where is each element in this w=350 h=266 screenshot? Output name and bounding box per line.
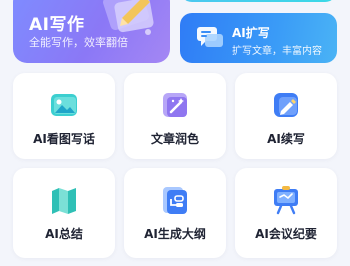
ai-write-title: AI写作: [29, 15, 85, 35]
map-summary-icon: [52, 188, 76, 214]
tool-ai-continue[interactable]: AI续写: [235, 73, 337, 159]
tool-label: AI看图写话: [33, 132, 95, 146]
ai-expand-title: AI扩写: [232, 26, 270, 40]
tool-ai-meeting-minutes[interactable]: AI会议纪要: [235, 168, 337, 258]
tool-ai-picture-writing[interactable]: AI看图写话: [13, 73, 115, 159]
tool-label: AI续写: [267, 132, 305, 146]
tool-label: AI总结: [45, 227, 83, 241]
ai-tools-page: AI写作 全能写作，效率翻倍 AI扩写 扩写文章，丰富内容 AI看图写话 文章润…: [0, 0, 350, 266]
ai-write-subtitle: 全能写作，效率翻倍: [29, 36, 128, 49]
meeting-board-icon: [274, 186, 298, 215]
tool-ai-outline[interactable]: AI生成大纲: [124, 168, 226, 258]
outline-icon: [163, 187, 187, 214]
pen-continue-icon: [274, 93, 298, 117]
top-right-card-edge[interactable]: [180, 0, 337, 2]
tool-label: 文章润色: [150, 132, 199, 146]
tool-label: AI会议纪要: [255, 227, 317, 241]
ai-write-card[interactable]: AI写作 全能写作，效率翻倍: [13, 0, 170, 63]
image-icon: [51, 94, 77, 116]
ai-expand-card[interactable]: AI扩写 扩写文章，丰富内容: [180, 13, 337, 63]
tool-label: AI生成大纲: [144, 227, 206, 241]
tool-article-polish[interactable]: 文章润色: [124, 73, 226, 159]
tool-ai-summary[interactable]: AI总结: [13, 168, 115, 258]
ai-expand-subtitle: 扩写文章，丰富内容: [232, 46, 322, 57]
magic-wand-icon: [163, 93, 187, 117]
chat-bubbles-icon: [197, 27, 223, 47]
